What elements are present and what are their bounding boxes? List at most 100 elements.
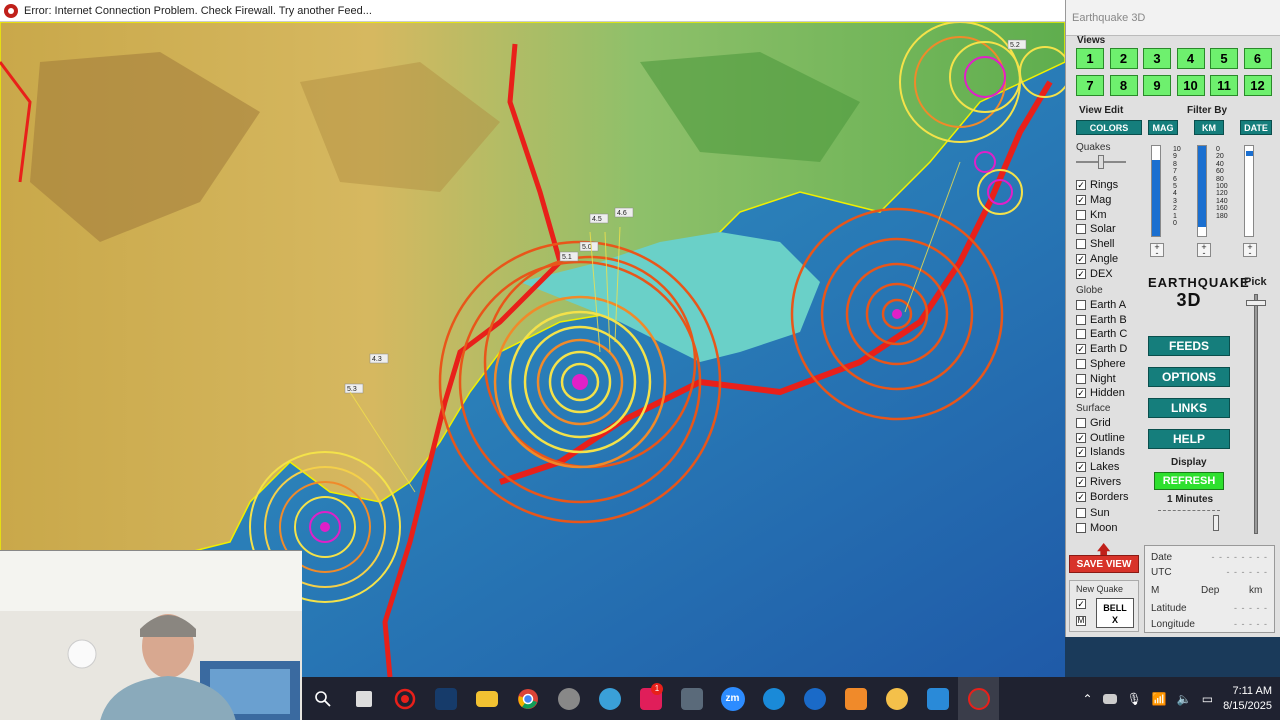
globe-night[interactable]: Night [1076,372,1116,386]
checkbox-icon[interactable]: ✓ [1076,269,1086,279]
slack-icon[interactable]: 1 [630,677,671,720]
recorder-icon[interactable] [958,677,999,720]
surface-rivers[interactable]: ✓ Rivers [1076,475,1121,489]
option-dex[interactable]: ✓ DEX [1076,267,1113,281]
globe-earth-a[interactable]: Earth A [1076,298,1126,312]
quakes-slider-thumb[interactable] [1098,155,1104,169]
km-filter-button[interactable]: KM [1194,120,1224,135]
new-quake-checkbox[interactable]: ✓ [1076,599,1086,609]
pick-slider-track[interactable] [1254,294,1258,534]
paint-icon[interactable] [917,677,958,720]
checkbox-icon[interactable]: ✓ [1076,388,1086,398]
checkbox-icon[interactable] [1076,329,1086,339]
view-button-9[interactable]: 9 [1143,75,1171,96]
search-icon[interactable] [302,677,343,720]
checkbox-icon[interactable]: ✓ [1076,477,1086,487]
options-button[interactable]: OPTIONS [1148,367,1230,387]
target-app-icon[interactable] [384,677,425,720]
refresh-slider-thumb[interactable] [1213,515,1219,531]
view-button-12[interactable]: 12 [1243,75,1272,96]
view-button-8[interactable]: 8 [1109,75,1138,96]
checkbox-icon[interactable]: ✓ [1076,462,1086,472]
date-plus-minus[interactable]: + - [1243,243,1257,258]
checkbox-icon[interactable]: ✓ [1076,492,1086,502]
checkbox-icon[interactable] [1076,224,1086,234]
surface-moon[interactable]: Moon [1076,521,1118,535]
save-view-button[interactable]: SAVE VIEW [1069,555,1139,573]
checkbox-icon[interactable]: ✓ [1076,180,1086,190]
date-filter-button[interactable]: DATE [1240,120,1272,135]
globe-earth-c[interactable]: Earth C [1076,327,1127,341]
chevron-up-icon[interactable]: ⌃ [1083,692,1093,706]
m-checkbox[interactable]: M [1076,616,1086,626]
view-button-2[interactable]: 2 [1109,48,1138,69]
mag-filter-bar[interactable] [1151,145,1161,237]
chrome-icon[interactable] [507,677,548,720]
task-view-icon[interactable] [343,677,384,720]
surface-sun[interactable]: Sun [1076,506,1110,520]
pick-slider-thumb[interactable] [1246,300,1266,306]
help-button[interactable]: HELP [1148,429,1230,449]
mag-plus-minus[interactable]: + - [1150,243,1164,258]
clock[interactable]: 7:11 AM 8/15/2025 [1223,684,1272,714]
globe-app-icon[interactable] [548,677,589,720]
date-filter-bar[interactable] [1244,145,1254,237]
option-solar[interactable]: Solar [1076,222,1116,236]
network-warning-icon[interactable] [1102,693,1117,704]
checkbox-icon[interactable] [1076,210,1086,220]
wifi-icon[interactable]: 📶 [1152,692,1167,706]
checkbox-icon[interactable]: ✓ [1076,254,1086,264]
checkbox-icon[interactable] [1076,315,1086,325]
option-shell[interactable]: Shell [1076,237,1114,251]
surface-islands[interactable]: ✓ Islands [1076,445,1125,459]
view-button-5[interactable]: 5 [1210,48,1238,69]
calculator-icon[interactable] [671,677,712,720]
bell-button[interactable]: BELL X [1096,598,1134,628]
colors-button[interactable]: COLORS [1076,120,1142,135]
checkbox-icon[interactable] [1076,359,1086,369]
km-plus-minus[interactable]: + - [1197,243,1211,258]
links-button[interactable]: LINKS [1148,398,1230,418]
view-button-1[interactable]: 1 [1076,48,1104,69]
option-angle[interactable]: ✓ Angle [1076,252,1118,266]
checkbox-icon[interactable] [1076,523,1086,533]
surface-outline[interactable]: ✓ Outline [1076,431,1125,445]
globe-earth-d[interactable]: ✓ Earth D [1076,342,1127,356]
checkbox-icon[interactable]: ✓ [1076,433,1086,443]
browser-icon[interactable] [753,677,794,720]
option-km[interactable]: Km [1076,208,1107,222]
checkbox-icon[interactable]: ✓ [1076,447,1086,457]
surface-grid[interactable]: Grid [1076,416,1111,430]
view-button-10[interactable]: 10 [1176,75,1205,96]
folder-icon[interactable] [466,677,507,720]
checkbox-icon[interactable]: ✓ [1076,344,1086,354]
terminal-icon[interactable] [425,677,466,720]
view-button-11[interactable]: 11 [1210,75,1238,96]
view-button-6[interactable]: 6 [1243,48,1272,69]
earth-app-icon[interactable] [589,677,630,720]
zoom-icon[interactable]: zm [712,677,753,720]
globe-earth-b[interactable]: Earth B [1076,313,1127,327]
option-mag[interactable]: ✓ Mag [1076,193,1111,207]
view-button-4[interactable]: 4 [1176,48,1205,69]
view-button-7[interactable]: 7 [1076,75,1104,96]
checkbox-icon[interactable]: ✓ [1076,195,1086,205]
refresh-button[interactable]: REFRESH [1154,472,1224,490]
view-button-3[interactable]: 3 [1143,48,1171,69]
km-filter-bar[interactable] [1197,145,1207,237]
speaker-icon[interactable]: 🔈 [1177,692,1192,706]
weather-icon[interactable] [876,677,917,720]
surface-lakes[interactable]: ✓ Lakes [1076,460,1119,474]
battery-icon[interactable]: ▭ [1202,692,1213,706]
checkbox-icon[interactable] [1076,508,1086,518]
refresh-slider-track[interactable] [1158,510,1220,511]
globe-hidden[interactable]: ✓ Hidden [1076,386,1125,400]
mag-filter-button[interactable]: MAG [1148,120,1178,135]
media-icon[interactable] [835,677,876,720]
checkbox-icon[interactable] [1076,374,1086,384]
copyright-app-icon[interactable] [794,677,835,720]
surface-borders[interactable]: ✓ Borders [1076,490,1129,504]
checkbox-icon[interactable] [1076,239,1086,249]
option-rings[interactable]: ✓ Rings [1076,178,1118,192]
feeds-button[interactable]: FEEDS [1148,336,1230,356]
